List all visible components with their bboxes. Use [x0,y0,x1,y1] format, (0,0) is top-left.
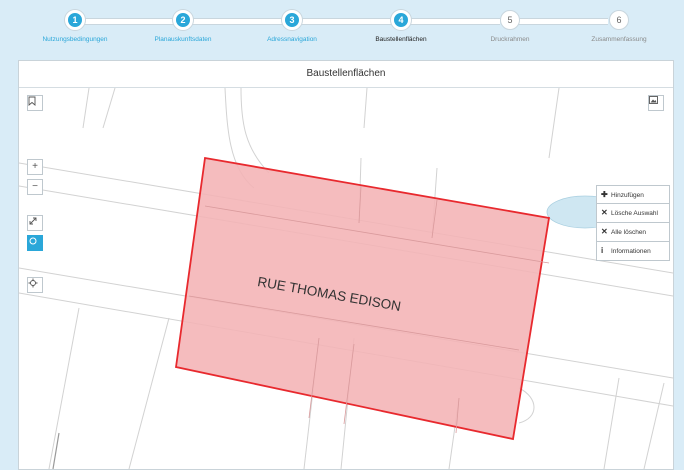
tool-label: Hinzufügen [611,192,644,199]
step-1-label[interactable]: Nutzungsbedingungen [20,36,130,43]
parcel-line [603,377,620,469]
parcel-line [48,307,80,469]
map-svg[interactable] [19,88,673,469]
parcel-line [240,88,270,174]
step-5-label: Druckrahmen [490,36,530,43]
parcel-line [363,88,368,129]
step-connector [75,18,175,25]
step-connector [516,18,608,25]
step-6-circle: 6 [609,10,629,30]
tool-label: Lösche Auswahl [611,210,658,217]
close-icon: ✕ [601,208,608,217]
parcel-line [548,88,560,159]
step-3-circle[interactable]: 3 [282,10,302,30]
parcel-line [102,88,116,129]
delete-selection-button[interactable]: ✕ Lösche Auswahl [596,204,670,223]
step-4-circle[interactable]: 4 [391,10,411,30]
bookmark-icon[interactable] [27,95,43,111]
delete-all-button[interactable]: ✕ Alle löschen [596,223,670,242]
information-button[interactable]: i Informationen [596,242,670,261]
draw-tools: ✚ Hinzufügen ✕ Lösche Auswahl ✕ Alle lösche… [596,185,670,261]
add-area-button[interactable]: ✚ Hinzufügen [596,185,670,204]
zoom-out-button[interactable]: − [27,179,43,195]
step-3-label[interactable]: Adressnavigation [237,36,347,43]
step-connector [408,18,500,25]
map-canvas[interactable]: RUE THOMAS EDISON + − ✚ Hinzufügen ✕ Lösch… [19,88,673,469]
progress-stepper: 1 2 3 4 5 6 Nutzungsbedingungen Planausk… [0,0,684,50]
image-icon[interactable] [648,95,664,111]
tool-label: Informationen [611,248,651,255]
parcel-line [128,317,170,469]
tool-label: Alle löschen [611,229,647,236]
close-icon: ✕ [601,227,608,236]
parcel-line [643,382,665,469]
zoom-in-button[interactable]: + [27,159,43,175]
step-5-circle: 5 [500,10,520,30]
construction-area-panel: Baustellenflächen RUE THOMAS EDISON + − … [18,60,674,470]
step-4-label: Baustellenflächen [375,36,427,43]
step-connector [300,18,392,25]
parcel-line [82,88,90,129]
step-connector [191,18,283,25]
info-icon: i [601,246,604,255]
expand-icon[interactable] [27,215,43,231]
step-2-circle[interactable]: 2 [173,10,193,30]
step-1-circle[interactable]: 1 [65,10,85,30]
crosshair-icon[interactable] [27,277,43,293]
panel-title: Baustellenflächen [19,61,673,88]
plus-icon: ✚ [601,190,608,199]
parcel-line [52,432,60,469]
pan-mode-button[interactable] [27,235,43,251]
step-2-label[interactable]: Planauskunftsdaten [128,36,238,43]
step-6-label: Zusammenfassung [591,36,647,43]
